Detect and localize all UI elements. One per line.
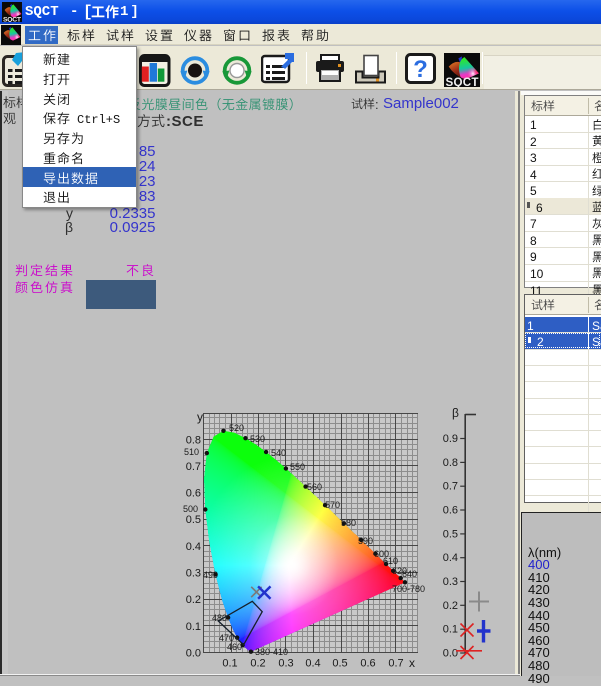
svg-text:520: 520	[229, 423, 244, 433]
svg-text:560: 560	[307, 482, 322, 492]
svg-text:0.4: 0.4	[305, 658, 320, 670]
svg-text:0.6: 0.6	[443, 505, 458, 517]
svg-text:0.2: 0.2	[186, 594, 201, 606]
svg-text:0.3: 0.3	[443, 576, 458, 588]
svg-text:0.2: 0.2	[250, 658, 265, 670]
svg-text:500: 500	[183, 504, 198, 514]
svg-text:380-410: 380-410	[255, 647, 288, 657]
svg-text:640: 640	[402, 569, 417, 579]
svg-text:570: 570	[325, 500, 340, 510]
svg-text:0.0: 0.0	[186, 648, 201, 660]
svg-text:β: β	[452, 406, 459, 420]
svg-text:y: y	[197, 410, 203, 424]
svg-text:460: 460	[227, 642, 242, 652]
svg-text:0.1: 0.1	[186, 621, 201, 633]
svg-text:0.6: 0.6	[360, 658, 375, 670]
svg-text:530: 530	[250, 434, 265, 444]
svg-text:0.5: 0.5	[443, 528, 458, 540]
svg-text:0.0: 0.0	[443, 648, 458, 660]
svg-text:0.9: 0.9	[443, 433, 458, 445]
svg-text:590: 590	[358, 536, 373, 546]
svg-text:0.7: 0.7	[186, 461, 201, 473]
svg-text:0.3: 0.3	[186, 568, 201, 580]
svg-text:580: 580	[341, 518, 356, 528]
svg-text:0.6: 0.6	[186, 488, 201, 500]
svg-text:0.2: 0.2	[443, 600, 458, 612]
svg-text:540: 540	[271, 448, 286, 458]
svg-text:x: x	[409, 656, 415, 670]
svg-text:0.8: 0.8	[186, 434, 201, 446]
svg-text:610: 610	[383, 556, 398, 566]
svg-text:0.8: 0.8	[443, 457, 458, 469]
svg-text:0.4: 0.4	[186, 541, 201, 553]
svg-text:0.3: 0.3	[278, 658, 293, 670]
svg-text:0.5: 0.5	[186, 514, 201, 526]
svg-text:700-780: 700-780	[392, 584, 425, 594]
svg-text:0.1: 0.1	[443, 624, 458, 636]
svg-text:0.1: 0.1	[222, 658, 237, 670]
svg-text:0.4: 0.4	[443, 552, 458, 564]
svg-text:0.5: 0.5	[332, 658, 347, 670]
svg-text:550: 550	[290, 462, 305, 472]
svg-text:0.7: 0.7	[388, 658, 403, 670]
svg-text:0.7: 0.7	[443, 481, 458, 493]
svg-text:510: 510	[184, 447, 199, 457]
svg-text:490: 490	[203, 570, 218, 580]
